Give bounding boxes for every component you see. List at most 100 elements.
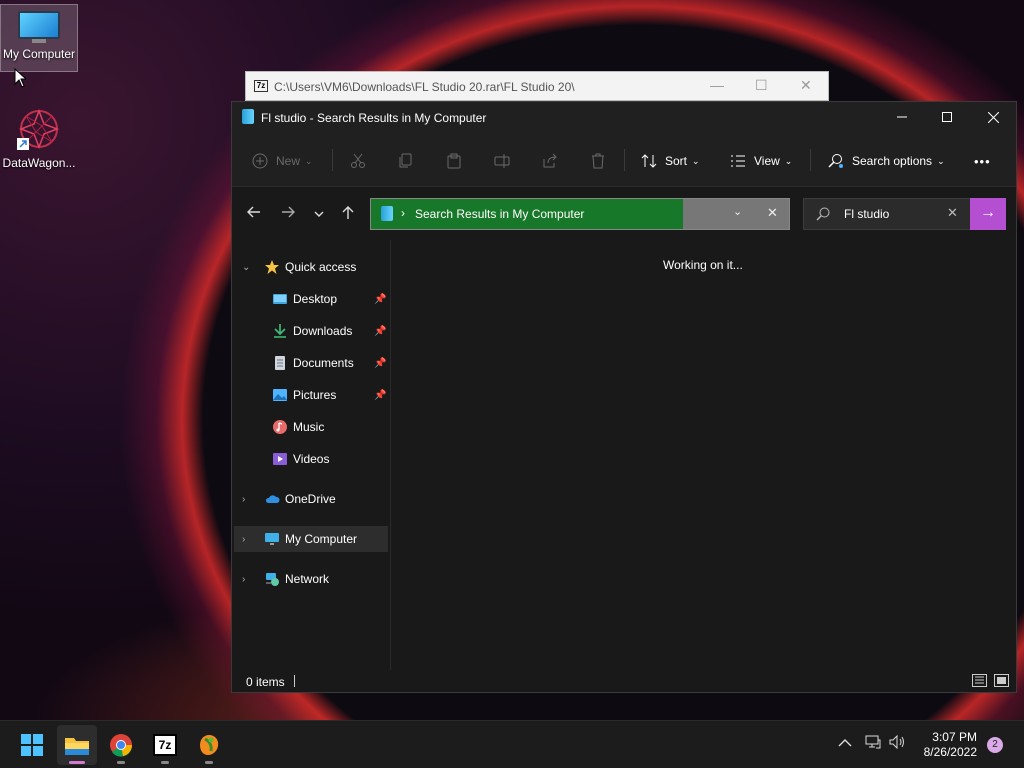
nav-my-computer[interactable]: › My Computer: [234, 526, 388, 552]
network-status-button[interactable]: [865, 735, 881, 752]
sort-button[interactable]: Sort ⌄: [641, 148, 700, 174]
running-indicator: [161, 761, 169, 764]
command-bar: New ⌄ Sort ⌄ View ⌄ Search options ⌄ •••: [232, 132, 1016, 187]
downloads-icon: [274, 324, 286, 338]
address-path-text: Search Results in My Computer: [415, 207, 585, 221]
chrome-icon: [110, 734, 133, 757]
cut-icon: [351, 153, 365, 168]
forward-arrow-icon: [282, 206, 295, 218]
clock-date: 8/26/2022: [923, 745, 977, 759]
nav-item-downloads[interactable]: Downloads 📌: [234, 318, 388, 344]
content-status-message: Working on it...: [663, 258, 743, 272]
nav-label: Music: [293, 420, 325, 434]
close-button[interactable]: ✕: [800, 77, 812, 94]
nav-item-documents[interactable]: Documents 📌: [234, 350, 388, 376]
new-plus-icon: [252, 153, 268, 169]
details-view-button[interactable]: [972, 674, 987, 687]
search-box[interactable]: Fl studio ✕ →: [803, 198, 1006, 230]
pin-icon: 📌: [374, 389, 387, 401]
search-go-button[interactable]: →: [970, 198, 1006, 230]
copy-button[interactable]: [398, 148, 414, 174]
copy-icon: [399, 153, 412, 168]
network-icon: [266, 573, 279, 586]
rename-icon: [494, 154, 510, 168]
see-more-button[interactable]: •••: [974, 148, 991, 174]
chevron-down-icon: ⌄: [937, 155, 945, 166]
nav-onedrive[interactable]: › OneDrive: [234, 486, 388, 512]
rename-button[interactable]: [494, 148, 510, 174]
desktop-icon-datawagon[interactable]: DataWagon...: [0, 106, 78, 170]
pane-splitter[interactable]: [390, 240, 391, 670]
taskbar-fl-studio[interactable]: [189, 725, 229, 765]
pictures-icon: [273, 389, 287, 401]
close-button[interactable]: [970, 102, 1016, 132]
taskbar-chrome[interactable]: [101, 725, 141, 765]
delete-button[interactable]: [590, 148, 606, 174]
file-explorer-window[interactable]: Fl studio - Search Results in My Compute…: [231, 101, 1017, 693]
new-button[interactable]: New ⌄: [252, 148, 313, 174]
chevron-down-icon: ⌄: [242, 261, 251, 273]
search-icon: [816, 207, 830, 221]
chevron-right-icon: ›: [242, 533, 246, 545]
chevron-right-icon: ›: [242, 493, 246, 505]
nav-item-pictures[interactable]: Pictures 📌: [234, 382, 388, 408]
start-icon: [21, 734, 43, 756]
window-title: Fl studio - Search Results in My Compute…: [261, 111, 487, 125]
paste-button[interactable]: [446, 148, 462, 174]
address-path-highlight: › Search Results in My Computer: [371, 199, 683, 229]
up-button[interactable]: [338, 206, 358, 222]
address-clear-button[interactable]: ✕: [767, 205, 778, 221]
paste-icon: [447, 153, 461, 169]
start-button[interactable]: [12, 725, 52, 765]
background-7zip-window[interactable]: 7z C:\Users\VM6\Downloads\FL Studio 20.r…: [245, 71, 829, 101]
notification-badge[interactable]: 2: [987, 737, 1003, 753]
maximize-button[interactable]: ☐: [755, 77, 768, 94]
cut-button[interactable]: [350, 148, 366, 174]
details-view-icon: [975, 676, 984, 684]
desktop-icon-my-computer[interactable]: My Computer: [0, 4, 78, 72]
7zip-icon: 7z: [153, 734, 177, 756]
view-button[interactable]: View ⌄: [730, 148, 792, 174]
address-bar[interactable]: › Search Results in My Computer ⌄ ✕: [370, 198, 790, 230]
nav-item-desktop[interactable]: Desktop 📌: [234, 286, 388, 312]
search-input[interactable]: Fl studio: [844, 207, 889, 221]
datawagon-icon: [17, 108, 60, 150]
nav-quick-access[interactable]: ⌄ Quick access: [234, 254, 388, 280]
item-count: 0 items: [246, 675, 285, 689]
close-icon: [987, 111, 999, 123]
minimize-button[interactable]: [879, 102, 925, 132]
title-bar[interactable]: Fl studio - Search Results in My Compute…: [232, 102, 1016, 132]
search-options-icon: [828, 154, 843, 168]
view-icon: [731, 155, 745, 167]
clock[interactable]: 3:07 PM 8/26/2022: [905, 730, 977, 760]
large-icons-view-button[interactable]: [994, 674, 1009, 687]
desktop-icon-label: My Computer: [2, 47, 76, 61]
desktop-folder-icon: [273, 294, 287, 304]
recent-locations-button[interactable]: [309, 206, 329, 222]
large-icons-view-icon: [997, 677, 1006, 684]
show-hidden-icons-button[interactable]: [838, 735, 852, 751]
taskbar-file-explorer[interactable]: [57, 725, 97, 765]
pin-icon: 📌: [374, 325, 387, 337]
taskbar-7zip[interactable]: 7z: [145, 725, 185, 765]
minimize-button[interactable]: —: [710, 77, 724, 93]
chevron-down-icon: [314, 211, 324, 217]
share-button[interactable]: [542, 148, 558, 174]
documents-icon: [275, 356, 285, 370]
nav-item-videos[interactable]: Videos: [234, 446, 388, 472]
nav-label: Documents: [293, 356, 354, 370]
status-bar: 0 items: [232, 670, 1016, 692]
share-icon: [543, 153, 557, 168]
nav-item-music[interactable]: Music: [234, 414, 388, 440]
sort-icon: [641, 154, 657, 168]
fl-studio-icon: [200, 735, 219, 755]
forward-button[interactable]: [278, 206, 298, 222]
back-button[interactable]: [244, 206, 264, 222]
divider: [810, 149, 811, 171]
nav-network[interactable]: › Network: [234, 566, 388, 592]
7zip-app-icon: 7z: [254, 80, 268, 92]
address-dropdown-button[interactable]: ⌄: [733, 205, 742, 218]
maximize-button[interactable]: [924, 102, 970, 132]
search-options-button[interactable]: Search options ⌄: [828, 148, 945, 174]
search-clear-button[interactable]: ✕: [947, 205, 958, 221]
